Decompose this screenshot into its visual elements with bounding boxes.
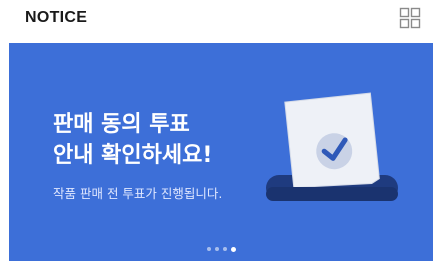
carousel-pager[interactable] xyxy=(9,244,433,254)
ballot-checkmark-icon xyxy=(266,92,398,201)
notice-banner[interactable]: 판매 동의 투표 안내 확인하세요! 작품 판매 전 투표가 진행됩니다. xyxy=(9,43,433,261)
grid-view-button[interactable] xyxy=(399,7,421,29)
banner-headline-line2: 안내 확인하세요! xyxy=(53,143,213,168)
pager-dot[interactable] xyxy=(214,247,219,251)
notice-header: NOTICE xyxy=(0,0,433,38)
pager-dot[interactable] xyxy=(230,246,236,252)
banner-headline: 판매 동의 투표 안내 확인하세요! xyxy=(53,109,212,171)
pager-dot[interactable] xyxy=(222,247,227,251)
grid-view-icon xyxy=(399,7,421,29)
page-title: NOTICE xyxy=(25,9,88,26)
pager-dot[interactable] xyxy=(206,247,211,251)
banner-headline-line1: 판매 동의 투표 xyxy=(53,112,190,137)
banner-subtext: 작품 판매 전 투표가 진행됩니다. xyxy=(53,186,223,201)
